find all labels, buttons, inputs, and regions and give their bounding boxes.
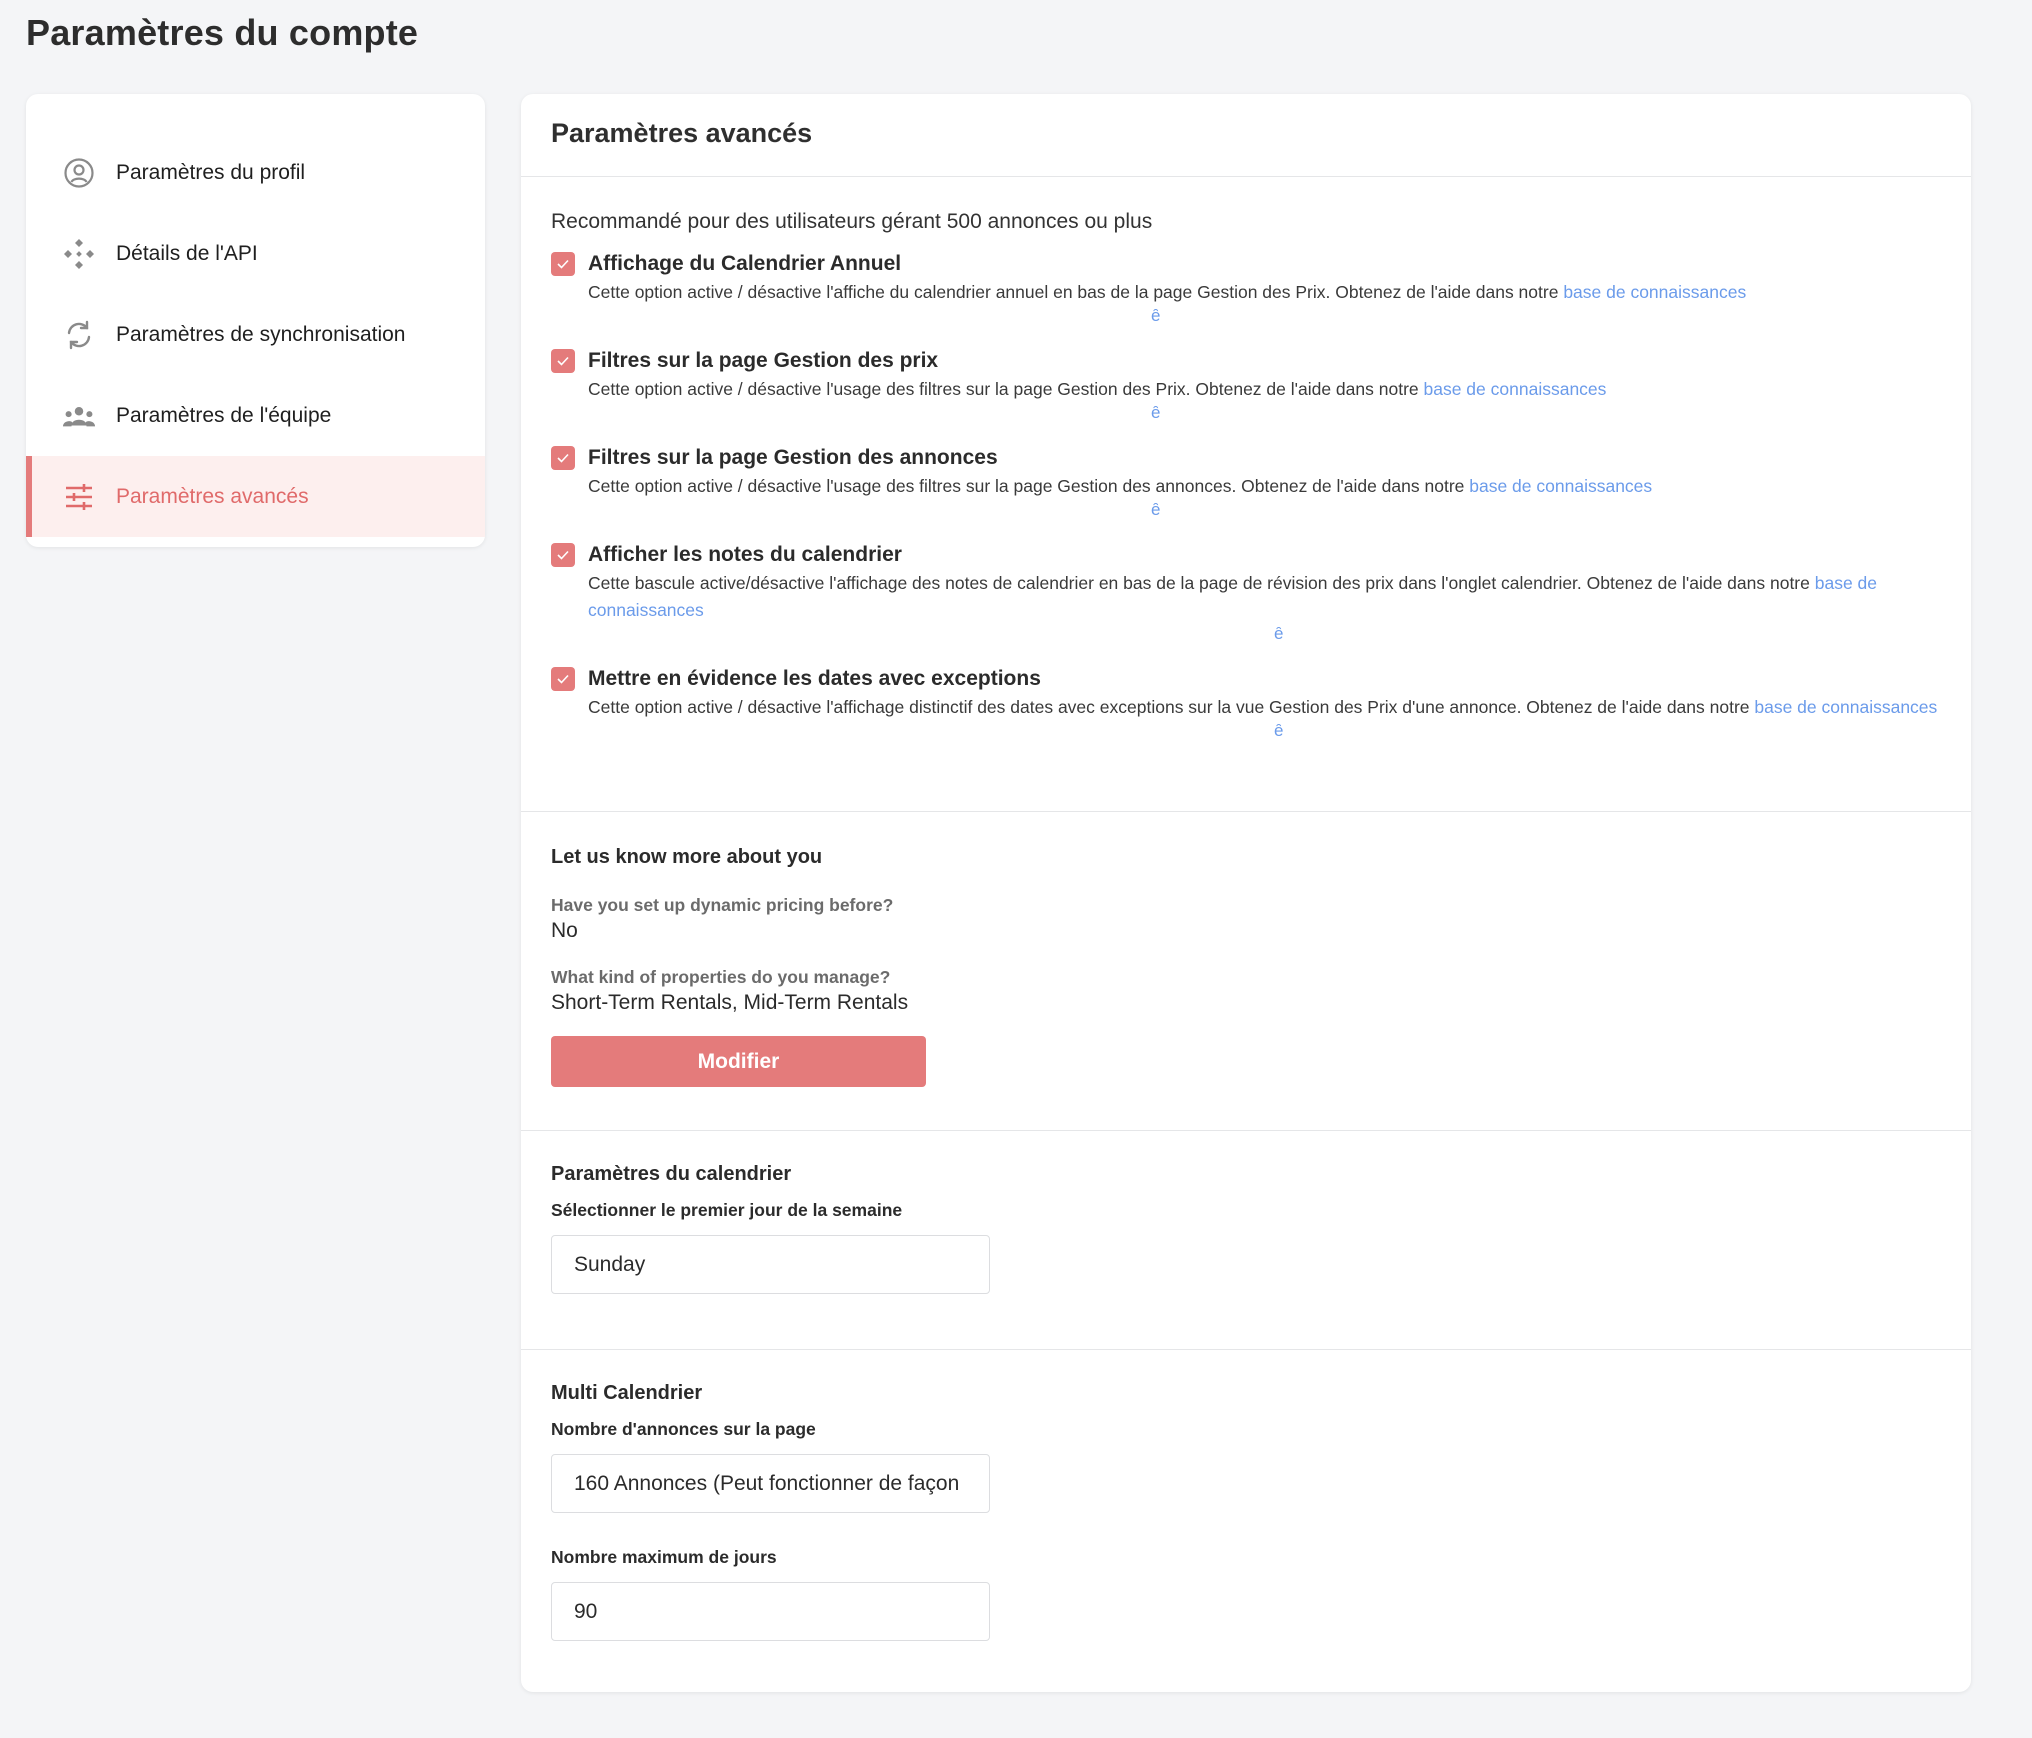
knowledge-base-link[interactable]: base de connaissances — [1469, 476, 1652, 496]
knowledge-base-link[interactable]: base de connaissances — [1424, 379, 1607, 399]
sidebar-item-label: Paramètres avancés — [116, 484, 309, 508]
sidebar-item-label: Détails de l'API — [116, 241, 258, 265]
recommendation-text: Recommandé pour des utilisateurs gérant … — [551, 210, 1153, 233]
knowledge-base-link[interactable]: base de connaissances — [1754, 697, 1937, 717]
option-description-text: Cette option active / désactive l'affich… — [588, 697, 1755, 717]
link-mark: ȇ — [1274, 624, 1284, 643]
option-description-text: Cette option active / désactive l'affich… — [588, 282, 1564, 302]
option-listing-filters: Filtres sur la page Gestion des annonces… — [551, 443, 1941, 520]
sidebar-item-profile[interactable]: Paramètres du profil — [26, 132, 485, 213]
first-day-label: Sélectionner le premier jour de la semai… — [551, 1200, 903, 1220]
sidebar-item-label: Paramètres de l'équipe — [116, 403, 332, 427]
option-description-text: Cette option active / désactive l'usage … — [588, 476, 1470, 496]
option-highlight-exceptions: Mettre en évidence les dates avec except… — [551, 664, 1941, 741]
option-description: Cette option active / désactive l'affich… — [588, 694, 1941, 741]
listings-per-page-select[interactable]: 160 Annonces (Peut fonctionner de façon — [551, 1454, 990, 1513]
sidebar-item-label: Paramètres du profil — [116, 160, 306, 184]
question-property-types: What kind of properties do you manage? — [551, 967, 891, 987]
check-icon — [557, 453, 569, 463]
check-icon — [557, 356, 569, 366]
option-description: Cette option active / désactive l'affich… — [588, 279, 1941, 326]
sliders-icon — [62, 480, 96, 514]
option-price-filters: Filtres sur la page Gestion des prix Cet… — [551, 346, 1941, 423]
answer-property-types: Short-Term Rentals, Mid-Term Rentals — [551, 991, 909, 1014]
annual-calendar-checkbox[interactable] — [551, 252, 575, 276]
option-annual-calendar: Affichage du Calendrier Annuel Cette opt… — [551, 249, 1941, 326]
option-description: Cette bascule active/désactive l'afficha… — [588, 570, 1941, 644]
card-header: Paramètres avancés — [521, 94, 1971, 177]
calendar-notes-checkbox[interactable] — [551, 543, 575, 567]
sidebar-item-api[interactable]: Détails de l'API — [26, 213, 485, 294]
highlight-exceptions-checkbox[interactable] — [551, 667, 575, 691]
question-dynamic-pricing: Have you set up dynamic pricing before? — [551, 895, 894, 915]
option-description: Cette option active / désactive l'usage … — [588, 473, 1941, 520]
link-mark: ȇ — [1151, 306, 1161, 325]
calendar-settings-section: Paramètres du calendrier Sélectionner le… — [521, 1131, 1971, 1350]
user-circle-icon — [62, 156, 96, 190]
max-days-select[interactable]: 90 — [551, 1582, 990, 1641]
option-description-text: Cette option active / désactive l'usage … — [588, 379, 1424, 399]
about-you-section: Let us know more about you Have you set … — [521, 812, 1971, 1131]
option-calendar-notes: Afficher les notes du calendrier Cette b… — [551, 540, 1941, 644]
section-title: Paramètres avancés — [551, 118, 813, 148]
sidebar-item-team[interactable]: Paramètres de l'équipe — [26, 375, 485, 456]
check-icon — [557, 674, 569, 684]
option-title: Mettre en évidence les dates avec except… — [588, 667, 1041, 690]
option-title: Affichage du Calendrier Annuel — [588, 252, 902, 275]
advanced-settings-card: Paramètres avancés Recommandé pour des u… — [521, 94, 1971, 1692]
first-day-select[interactable]: Sunday — [551, 1235, 990, 1294]
sidebar-item-sync[interactable]: Paramètres de synchronisation — [26, 294, 485, 375]
modify-button[interactable]: Modifier — [551, 1036, 926, 1087]
api-diamond-icon — [62, 237, 96, 271]
answer-dynamic-pricing: No — [551, 919, 578, 942]
option-title: Filtres sur la page Gestion des prix — [588, 349, 939, 372]
multi-calendar-title: Multi Calendrier — [551, 1382, 703, 1404]
option-title: Afficher les notes du calendrier — [588, 543, 902, 566]
about-title: Let us know more about you — [551, 846, 823, 868]
link-mark: ȇ — [1151, 403, 1161, 422]
check-icon — [557, 550, 569, 560]
sidebar-item-advanced[interactable]: Paramètres avancés — [26, 456, 485, 537]
link-mark: ȇ — [1151, 500, 1161, 519]
link-mark: ȇ — [1274, 721, 1284, 740]
option-title: Filtres sur la page Gestion des annonces — [588, 446, 998, 469]
price-filters-checkbox[interactable] — [551, 349, 575, 373]
sidebar-item-label: Paramètres de synchronisation — [116, 322, 406, 346]
settings-sidebar: Paramètres du profil Détails de l'API Pa… — [26, 94, 485, 547]
knowledge-base-link[interactable]: base de connaissances — [1563, 282, 1746, 302]
option-description: Cette option active / désactive l'usage … — [588, 376, 1941, 423]
calendar-settings-title: Paramètres du calendrier — [551, 1163, 792, 1185]
listing-filters-checkbox[interactable] — [551, 446, 575, 470]
team-icon — [62, 399, 96, 433]
multi-calendar-section: Multi Calendrier Nombre d'annonces sur l… — [521, 1350, 1971, 1641]
sync-icon — [62, 318, 96, 352]
page-title: Paramètres du compte — [26, 12, 419, 53]
max-days-label: Nombre maximum de jours — [551, 1547, 777, 1567]
listings-per-page-label: Nombre d'annonces sur la page — [551, 1419, 816, 1439]
advanced-options-section: Recommandé pour des utilisateurs gérant … — [521, 177, 1971, 812]
option-description-text: Cette bascule active/désactive l'afficha… — [588, 573, 1815, 593]
check-icon — [557, 259, 569, 269]
